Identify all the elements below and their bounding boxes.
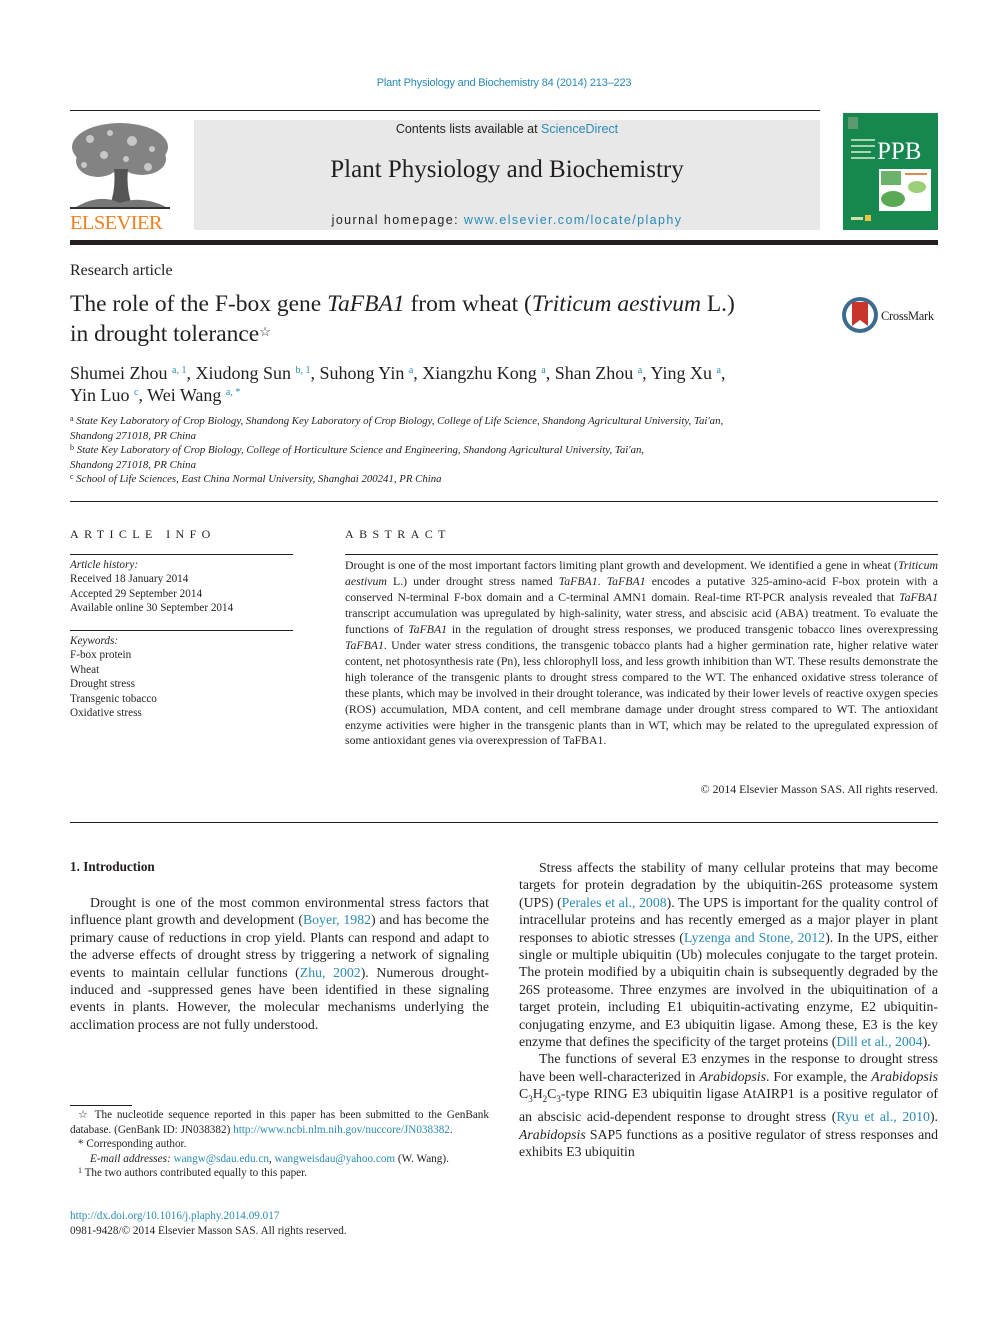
info-rule [70,630,293,631]
author[interactable]: Shumei Zhou a, 1 [70,363,186,383]
citation-link[interactable]: Ryu et al., 2010 [836,1109,930,1124]
citation-link[interactable]: Perales et al., 2008 [562,895,667,910]
abstract-copyright: © 2014 Elsevier Masson SAS. All rights r… [700,782,938,796]
history-received: Received 18 January 2014 [70,573,189,586]
article-type: Research article [70,262,173,279]
title-footnote-star[interactable]: ☆ [259,324,271,339]
journal-citation[interactable]: Plant Physiology and Biochemistry 84 (20… [0,77,992,89]
crossmark-icon [842,297,878,333]
crossmark-label: CrossMark [881,309,934,323]
body-column-right: Stress affects the stability of many cel… [519,859,938,1161]
title-text: in drought tolerance [70,321,260,347]
cover-art-icon: PPB [848,117,931,221]
journal-homepage-line: journal homepage: www.elsevier.com/locat… [194,213,820,227]
paragraph: Drought is one of the most common enviro… [70,895,490,1032]
sciencedirect-link[interactable]: ScienceDirect [541,122,618,136]
doi-link[interactable]: http://dx.doi.org/10.1016/j.plaphy.2014.… [70,1210,279,1222]
body-column-left: Drought is one of the most common enviro… [70,894,489,1033]
article-title: The role of the F-box gene TaFBA1 from w… [70,289,830,349]
author[interactable]: Yin Luo c [70,385,138,405]
author[interactable]: Xiudong Sun b, 1 [195,363,310,383]
title-text: L.) [700,291,735,317]
affiliations: a State Key Laboratory of Crop Biology, … [70,414,870,487]
email-link[interactable]: wangweisdau@yahoo.com [275,1153,396,1165]
paragraph: Stress affects the stability of many cel… [519,860,939,1050]
author[interactable]: Wei Wang a, * [147,385,240,405]
history-label: Article history: [70,559,139,571]
affiliation: c School of Life Sciences, East China No… [70,472,442,486]
article-info-heading: ARTICLE INFO [70,527,216,541]
abstract-rule [345,554,938,555]
history-online: Available online 30 September 2014 [70,602,234,615]
abstract-text: Drought is one of the most important fac… [345,558,939,748]
contents-line: Contents lists available at ScienceDirec… [194,122,820,136]
elsevier-wordmark: ELSEVIER [70,212,163,234]
introduction-heading: 1. Introduction [70,859,155,874]
email-link[interactable]: wangw@sdau.edu.cn [173,1153,268,1165]
footnotes: ☆ The nucleotide sequence reported in th… [70,1108,489,1181]
section-rule [70,822,938,823]
journal-homepage-link[interactable]: www.elsevier.com/locate/plaphy [464,213,682,227]
citation-link[interactable]: Zhu, 2002 [300,965,361,980]
history-accepted: Accepted 29 September 2014 [70,587,203,600]
info-rule [70,554,293,555]
abstract-heading: ABSTRACT [345,527,451,541]
title-text: The role of the F-box gene [70,291,328,317]
keyword: Wheat [70,663,100,676]
keywords-label: Keywords: [70,635,119,647]
footnote-genbank: ☆ The nucleotide sequence reported in th… [70,1109,489,1136]
paragraph: The functions of several E3 enzymes in t… [519,1051,938,1160]
tree-icon [70,119,170,211]
footnote-equal-contribution: 1 The two authors contributed equally to… [78,1166,308,1180]
footnote-emails: E-mail addresses: wangw@sdau.edu.cn, wan… [90,1152,449,1165]
header-thick-rule [70,240,938,245]
title-text: from wheat ( [404,291,532,317]
keyword: Oxidative stress [70,707,142,720]
affiliation: b State Key Laboratory of Crop Biology, … [70,443,645,471]
keyword: Transgenic tobacco [70,692,157,705]
title-species: Triticum aestivum [531,291,701,317]
homepage-prefix: journal homepage: [331,213,464,227]
author[interactable]: Xiangzhu Kong a [422,363,545,383]
author[interactable]: Suhong Yin a [319,363,413,383]
author[interactable]: Ying Xu a [651,363,721,383]
keyword: Drought stress [70,678,135,691]
header-rule [70,110,820,111]
title-gene: TaFBA1 [327,291,405,317]
affiliation: a State Key Laboratory of Crop Biology, … [70,414,724,442]
citation-link[interactable]: Boyer, 1982 [303,912,371,927]
genbank-link[interactable]: http://www.ncbi.nlm.nih.gov/nuccore/JN03… [233,1124,450,1136]
author-list: Shumei Zhou a, 1, Xiudong Sun b, 1, Suho… [70,363,726,405]
article-history: Article history: Received 18 January 201… [70,558,293,616]
journal-cover-thumbnail[interactable]: PPB [843,113,938,230]
crossmark-badge[interactable]: CrossMark [841,296,941,336]
footnote-corresponding: * Corresponding author. [78,1138,187,1151]
author[interactable]: Shan Zhou a [555,363,642,383]
contents-prefix: Contents lists available at [395,122,542,136]
keywords: Keywords: F-box protein Wheat Drought st… [70,634,293,720]
journal-title: Plant Physiology and Biochemistry [330,156,684,183]
cover-ppb-label: PPB [877,138,921,165]
citation-link[interactable]: Dill et al., 2004 [836,1034,922,1049]
keyword: F-box protein [70,649,132,662]
issn-copyright: 0981-9428/© 2014 Elsevier Masson SAS. Al… [70,1225,347,1237]
citation-link[interactable]: Lyzenga and Stone, 2012 [684,930,825,945]
footnote-rule [70,1105,132,1106]
section-rule [70,501,938,502]
